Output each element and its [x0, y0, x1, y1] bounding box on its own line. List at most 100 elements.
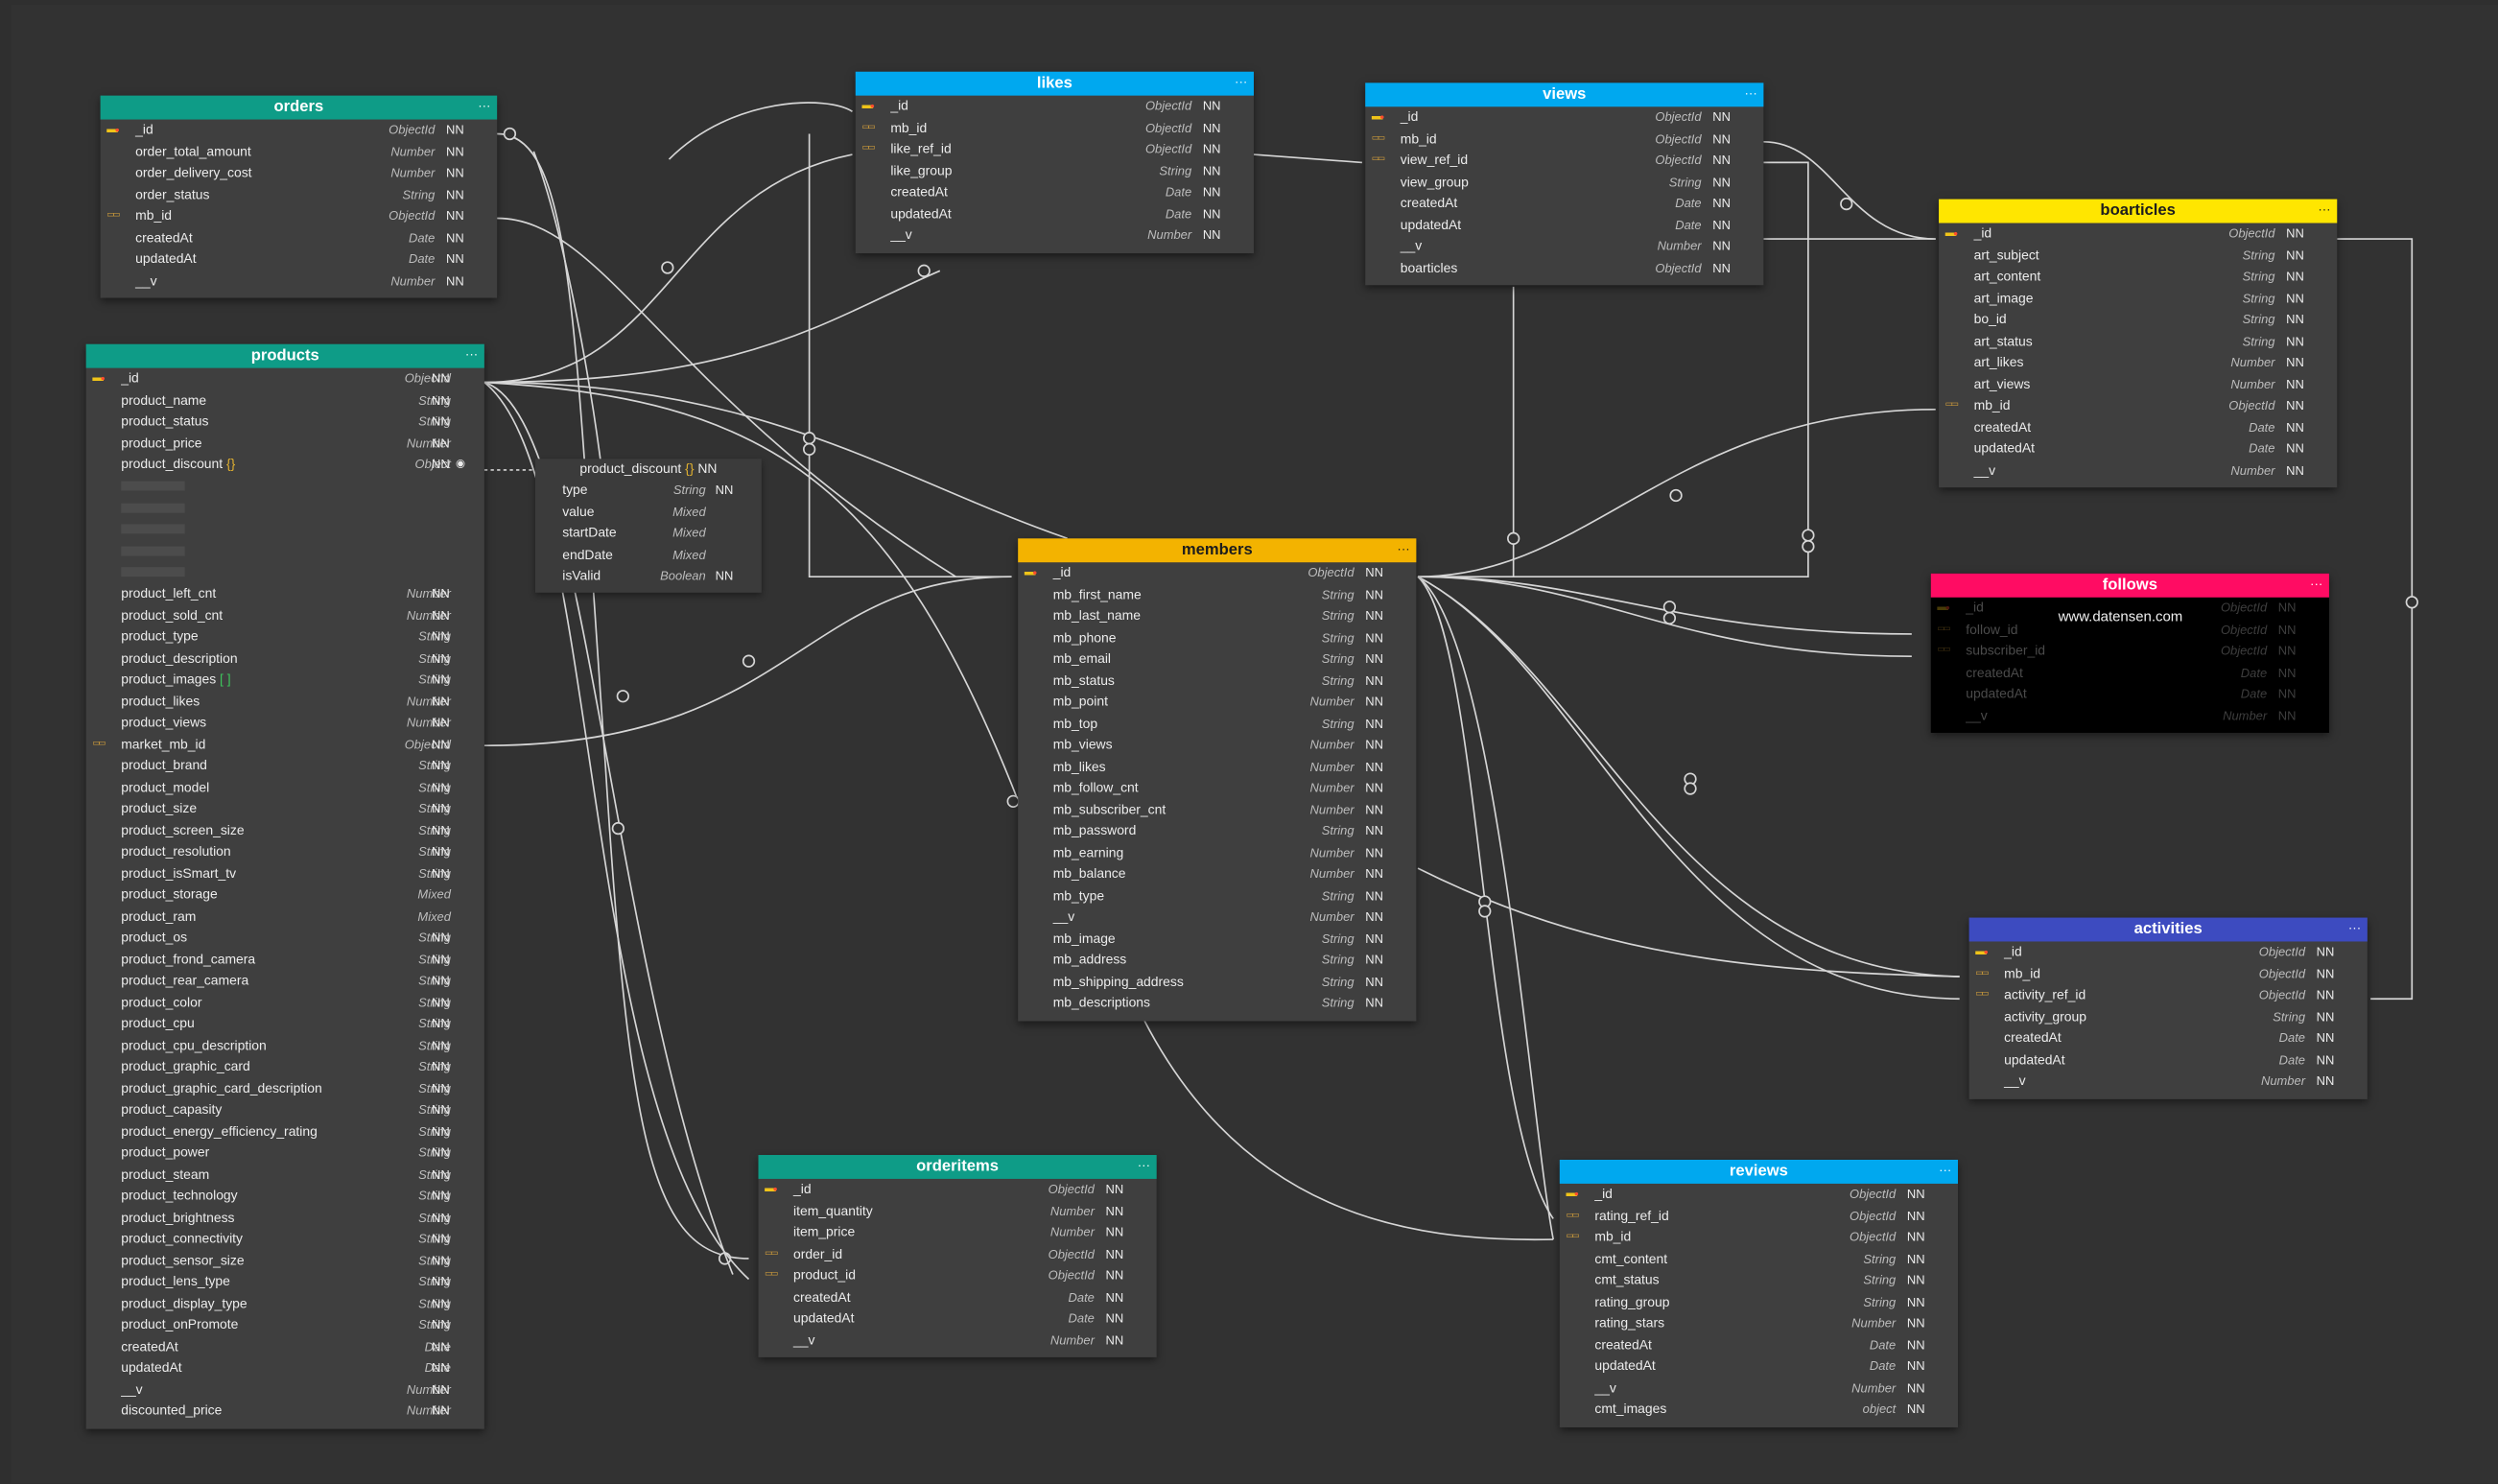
column-row[interactable]: product_storage Mixed: [86, 884, 484, 906]
column-row[interactable]: updatedAt Date NN: [1560, 1355, 1958, 1377]
column-row[interactable]: updatedAt Date NN: [1931, 683, 2329, 704]
table-menu-icon[interactable]: ···: [1939, 1158, 1951, 1182]
column-row[interactable]: product_os String NN: [86, 928, 484, 949]
column-row[interactable]: mb_address String NN: [1018, 950, 1416, 971]
column-row[interactable]: product_size String NN: [86, 798, 484, 819]
column-row[interactable]: product_images [ ] String NN: [86, 669, 484, 690]
column-row[interactable]: activity_group String NN: [1969, 1006, 2368, 1027]
column-row[interactable]: __v Number NN: [1931, 705, 2329, 726]
expand-icon[interactable]: ◉: [456, 454, 465, 475]
column-row[interactable]: product_likes Number NN: [86, 691, 484, 712]
column-row[interactable]: [86, 497, 484, 518]
column-row[interactable]: [86, 540, 484, 561]
table-menu-icon[interactable]: ···: [2318, 198, 2330, 222]
column-row[interactable]: mb_id ObjectId NN: [1560, 1227, 1958, 1248]
column-row[interactable]: mb_id ObjectId NN: [1969, 963, 2368, 984]
column-row[interactable]: __v Number NN: [758, 1330, 1156, 1351]
column-row[interactable]: rating_stars Number NN: [1560, 1312, 1958, 1333]
table-header[interactable]: members ···: [1018, 538, 1417, 563]
column-row[interactable]: _idObjectIdNN: [1939, 223, 2337, 244]
column-row[interactable]: createdAt Date NN: [758, 1286, 1156, 1307]
column-row[interactable]: product_display_type String NN: [86, 1293, 484, 1314]
table-header[interactable]: activities ···: [1968, 916, 2368, 942]
column-row[interactable]: product_status String NN: [86, 411, 484, 432]
column-row[interactable]: product_views Number NN: [86, 712, 484, 733]
subdocument-field[interactable]: type String NN: [535, 480, 762, 501]
column-row[interactable]: view_group String NN: [1365, 172, 1763, 193]
column-row[interactable]: mb_id ObjectId NN: [1365, 129, 1763, 150]
column-row[interactable]: _idObjectIdNN: [86, 368, 484, 389]
column-row[interactable]: product_capasity String NN: [86, 1099, 484, 1120]
column-row[interactable]: product_brand String NN: [86, 755, 484, 776]
table-menu-icon[interactable]: ···: [1744, 82, 1756, 106]
table-header[interactable]: follows ···: [1930, 573, 2329, 598]
column-row[interactable]: product_graphic_card String NN: [86, 1056, 484, 1077]
column-row[interactable]: updatedAt Date NN: [1939, 438, 2337, 459]
column-row[interactable]: updatedAt Date NN: [86, 1357, 484, 1378]
column-row[interactable]: updatedAt Date NN: [758, 1307, 1156, 1329]
column-row[interactable]: product_steam String NN: [86, 1164, 484, 1185]
column-row[interactable]: product_name String NN: [86, 389, 484, 411]
column-row[interactable]: createdAt Date NN: [101, 227, 498, 248]
column-row[interactable]: product_cpu String NN: [86, 1013, 484, 1034]
column-row[interactable]: product_graphic_card_description String NN: [86, 1077, 484, 1098]
table-header[interactable]: orderitems ···: [758, 1155, 1157, 1179]
table-reviews[interactable]: reviews ··· _id ObjectId NN rating_ref_id Obje…: [1559, 1158, 1959, 1427]
column-row[interactable]: createdAt Date NN: [1931, 662, 2329, 683]
column-row[interactable]: _idObjectIdNN: [856, 96, 1254, 117]
column-row[interactable]: cmt_content String NN: [1560, 1248, 1958, 1269]
table-menu-icon[interactable]: ···: [465, 342, 478, 366]
column-row[interactable]: art_views Number NN: [1939, 373, 2337, 394]
column-row[interactable]: [86, 561, 484, 582]
column-row[interactable]: createdAt Date NN: [1969, 1027, 2368, 1048]
table-header[interactable]: orders ···: [100, 95, 498, 120]
column-row[interactable]: product_color String NN: [86, 992, 484, 1013]
column-row[interactable]: like_ref_id ObjectId NN: [856, 138, 1254, 159]
table-header[interactable]: views ···: [1365, 82, 1764, 107]
column-row[interactable]: market_mb_idObjectIdNN: [86, 734, 484, 755]
column-row[interactable]: rating_ref_id ObjectId NN: [1560, 1205, 1958, 1226]
column-row[interactable]: product_price Number NN: [86, 433, 484, 454]
column-row[interactable]: product_left_cnt Number NN: [86, 583, 484, 604]
column-row[interactable]: mb_descriptions String NN: [1018, 993, 1416, 1014]
column-row[interactable]: __v Number NN: [1560, 1378, 1958, 1399]
column-row[interactable]: product_onPromote String NN: [86, 1314, 484, 1335]
column-row[interactable]: _idObjectIdNN: [1560, 1184, 1958, 1205]
table-activities[interactable]: activities ··· _id ObjectId NN mb_id ObjectId N…: [1968, 916, 2368, 1099]
column-row[interactable]: _idObjectIdNN: [101, 120, 498, 141]
column-row[interactable]: product_brightness String NN: [86, 1207, 484, 1228]
column-row[interactable]: mb_point Number NN: [1018, 692, 1416, 713]
column-row[interactable]: product_sold_cnt Number NN: [86, 604, 484, 625]
table-likes[interactable]: likes···_idObjectIdNNmb_idObjectIdNNlike…: [855, 70, 1254, 253]
column-row[interactable]: subscriber_id ObjectId NN: [1931, 641, 2329, 662]
column-row[interactable]: product_discount {} Object NN ◉: [86, 454, 484, 475]
table-header[interactable]: products ···: [85, 342, 484, 368]
column-row[interactable]: product_resolution String NN: [86, 841, 484, 862]
column-row[interactable]: product_sensor_size String NN: [86, 1250, 484, 1271]
column-row[interactable]: updatedAt Date NN: [1969, 1049, 2368, 1071]
table-menu-icon[interactable]: ···: [2348, 916, 2361, 940]
column-row[interactable]: mb_phone String NN: [1018, 626, 1416, 648]
table-products[interactable]: products ··· _idObjectIdNNproduct_nameStri…: [85, 342, 484, 1428]
column-row[interactable]: mb_top String NN: [1018, 713, 1416, 734]
column-row[interactable]: updatedAt Date NN: [101, 248, 498, 270]
table-orderitems[interactable]: orderitems ··· _id ObjectId NN item_quantity N…: [758, 1155, 1157, 1357]
column-row[interactable]: bo_id String NN: [1939, 309, 2337, 330]
column-row[interactable]: createdAt Date NN: [1365, 193, 1763, 214]
column-row[interactable]: like_group String NN: [856, 160, 1254, 181]
table-header[interactable]: boarticles ···: [1939, 198, 2338, 224]
subdocument-field[interactable]: startDate Mixed: [535, 523, 762, 544]
column-row[interactable]: mb_email String NN: [1018, 648, 1416, 670]
column-row[interactable]: product_cpu_description String NN: [86, 1035, 484, 1056]
column-row[interactable]: __v Number NN: [86, 1378, 484, 1400]
column-row[interactable]: mb_password String NN: [1018, 820, 1416, 841]
table-menu-icon[interactable]: ···: [1235, 70, 1247, 94]
table-header[interactable]: reviews ···: [1559, 1158, 1959, 1184]
column-row[interactable]: mb_last_name String NN: [1018, 605, 1416, 626]
column-row[interactable]: product_type String NN: [86, 626, 484, 648]
column-row[interactable]: mb_views Number NN: [1018, 735, 1416, 756]
column-row[interactable]: __v Number NN: [1939, 459, 2337, 481]
column-row[interactable]: mb_type String NN: [1018, 885, 1416, 907]
column-row[interactable]: art_image String NN: [1939, 288, 2337, 309]
column-row[interactable]: activity_ref_id ObjectId NN: [1969, 984, 2368, 1005]
